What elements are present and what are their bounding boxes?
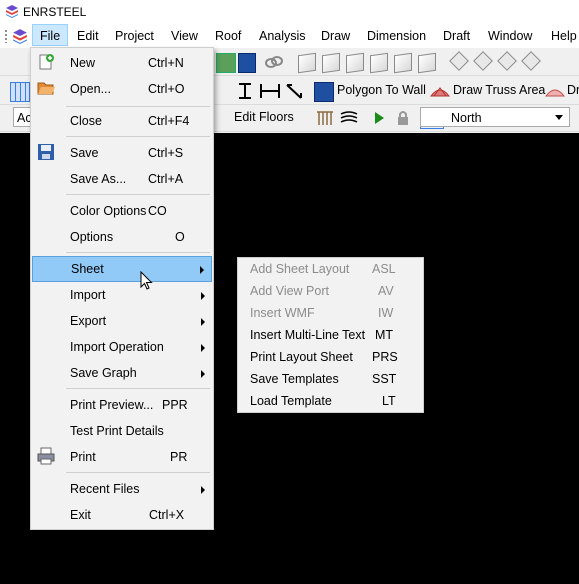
view-3d-bottom-icon[interactable] xyxy=(418,52,436,74)
sheet-submenu: Add Sheet Layout ASL Add View Port AV In… xyxy=(237,257,424,413)
view-3d-back-icon[interactable] xyxy=(322,52,340,74)
view-3d-right-icon[interactable] xyxy=(370,52,388,74)
column-section-icon[interactable] xyxy=(236,82,254,100)
play-icon[interactable] xyxy=(372,109,390,127)
menu-dimension[interactable]: Dimension xyxy=(367,29,426,43)
menu-item-close[interactable]: Close Ctrl+F4 xyxy=(31,108,213,134)
chevron-right-icon xyxy=(201,292,205,300)
menu-view[interactable]: View xyxy=(171,29,198,43)
draw-truss-area-button[interactable]: Draw Truss Area xyxy=(453,83,545,97)
direction-combo-value: North xyxy=(451,111,482,125)
submenu-item-insert-multi-line-text[interactable]: Insert Multi-Line Text MT xyxy=(238,324,423,346)
menu-file[interactable]: File xyxy=(32,24,69,46)
solid-cube-icon[interactable] xyxy=(238,53,256,73)
mouse-cursor-icon xyxy=(140,271,153,290)
link-icon[interactable] xyxy=(264,53,284,71)
hatch-icon[interactable] xyxy=(315,109,335,127)
chevron-down-icon xyxy=(555,115,563,120)
window-title: ENRSTEEL xyxy=(23,5,87,19)
submenu-item-print-layout-sheet[interactable]: Print Layout Sheet PRS xyxy=(238,346,423,368)
menu-item-options[interactable]: Options O xyxy=(31,224,213,250)
menu-item-export[interactable]: Export xyxy=(31,308,213,334)
menu-draw[interactable]: Draw xyxy=(321,29,350,43)
menu-project[interactable]: Project xyxy=(115,29,154,43)
polygon-to-wall-button[interactable]: Polygon To Wall xyxy=(337,83,426,97)
toolbar-truncated-label[interactable]: Dr xyxy=(567,83,579,97)
dimension-horizontal-icon[interactable] xyxy=(259,82,281,100)
menu-roof[interactable]: Roof xyxy=(215,29,241,43)
open-folder-icon xyxy=(37,82,55,95)
dimension-aligned-icon[interactable] xyxy=(285,82,303,100)
iso-view-4-icon[interactable] xyxy=(521,51,541,71)
menu-bar: File Edit Project View Roof Analysis Dra… xyxy=(0,24,579,48)
polygon-to-wall-icon[interactable] xyxy=(314,82,334,102)
view-3d-top-icon[interactable] xyxy=(394,52,412,74)
chevron-right-icon xyxy=(201,344,205,352)
submenu-item-add-sheet-layout: Add Sheet Layout ASL xyxy=(250,262,396,276)
menu-separator xyxy=(66,106,210,107)
chevron-right-icon xyxy=(200,266,204,274)
menubar-grip[interactable] xyxy=(4,29,8,43)
menu-item-print-preview[interactable]: Print Preview... PPR xyxy=(31,392,213,418)
menu-draft[interactable]: Draft xyxy=(443,29,470,43)
menu-item-save[interactable]: Save Ctrl+S xyxy=(31,140,213,166)
menu-separator xyxy=(66,194,210,195)
truss-variant-icon[interactable] xyxy=(544,82,566,100)
submenu-item-load-template[interactable]: Load Template LT xyxy=(238,390,423,412)
menu-item-test-print-details[interactable]: Test Print Details xyxy=(31,418,213,444)
menu-item-save-graph[interactable]: Save Graph xyxy=(31,360,213,386)
printer-icon xyxy=(37,447,55,465)
menu-item-exit[interactable]: Exit Ctrl+X xyxy=(31,502,213,528)
menu-separator xyxy=(66,388,210,389)
chevron-right-icon xyxy=(201,370,205,378)
iso-view-3-icon[interactable] xyxy=(497,51,517,71)
table-grid-icon[interactable] xyxy=(10,82,30,102)
new-file-icon xyxy=(39,54,54,70)
lock-icon[interactable] xyxy=(396,109,414,127)
iso-view-2-icon[interactable] xyxy=(473,51,493,71)
menu-item-sheet[interactable]: Sheet xyxy=(32,256,212,282)
chevron-right-icon xyxy=(201,486,205,494)
menu-item-color-options[interactable]: Color Options CO xyxy=(31,198,213,224)
menu-item-print[interactable]: Print PR xyxy=(31,444,213,470)
menu-separator xyxy=(66,252,210,253)
chevron-right-icon xyxy=(201,318,205,326)
view-3d-front-icon[interactable] xyxy=(298,52,316,74)
menu-item-recent-files[interactable]: Recent Files xyxy=(31,476,213,502)
app-logo-icon xyxy=(6,5,18,18)
floppy-disk-icon xyxy=(38,144,54,160)
direction-combo[interactable]: North xyxy=(420,107,570,127)
menu-separator xyxy=(66,136,210,137)
menu-item-save-as[interactable]: Save As... Ctrl+A xyxy=(31,166,213,192)
menu-separator xyxy=(66,472,210,473)
menu-item-new[interactable]: New Ctrl+N xyxy=(31,50,213,76)
menu-item-import[interactable]: Import xyxy=(31,282,213,308)
menu-analysis[interactable]: Analysis xyxy=(259,29,306,43)
wind-icon[interactable] xyxy=(339,109,359,127)
app-menu-icon[interactable] xyxy=(12,28,28,44)
submenu-item-add-view-port: Add View Port AV xyxy=(250,284,394,298)
submenu-item-insert-wmf: Insert WMF IW xyxy=(250,306,394,320)
menu-window[interactable]: Window xyxy=(488,29,532,43)
file-menu: New Ctrl+N Open... Ctrl+O Close Ctrl+F4 … xyxy=(30,47,214,530)
menu-edit[interactable]: Edit xyxy=(77,29,99,43)
grid-view-icon[interactable] xyxy=(216,53,236,73)
iso-view-1-icon[interactable] xyxy=(449,51,469,71)
truss-area-icon[interactable] xyxy=(429,82,451,100)
edit-floors-button[interactable]: Edit Floors xyxy=(234,110,294,124)
view-3d-left-icon[interactable] xyxy=(346,52,364,74)
menu-help[interactable]: Help xyxy=(551,29,577,43)
title-bar: ENRSTEEL xyxy=(0,0,579,24)
submenu-item-save-templates[interactable]: Save Templates SST xyxy=(238,368,423,390)
menu-item-open[interactable]: Open... Ctrl+O xyxy=(31,76,213,102)
menu-item-import-operation[interactable]: Import Operation xyxy=(31,334,213,360)
